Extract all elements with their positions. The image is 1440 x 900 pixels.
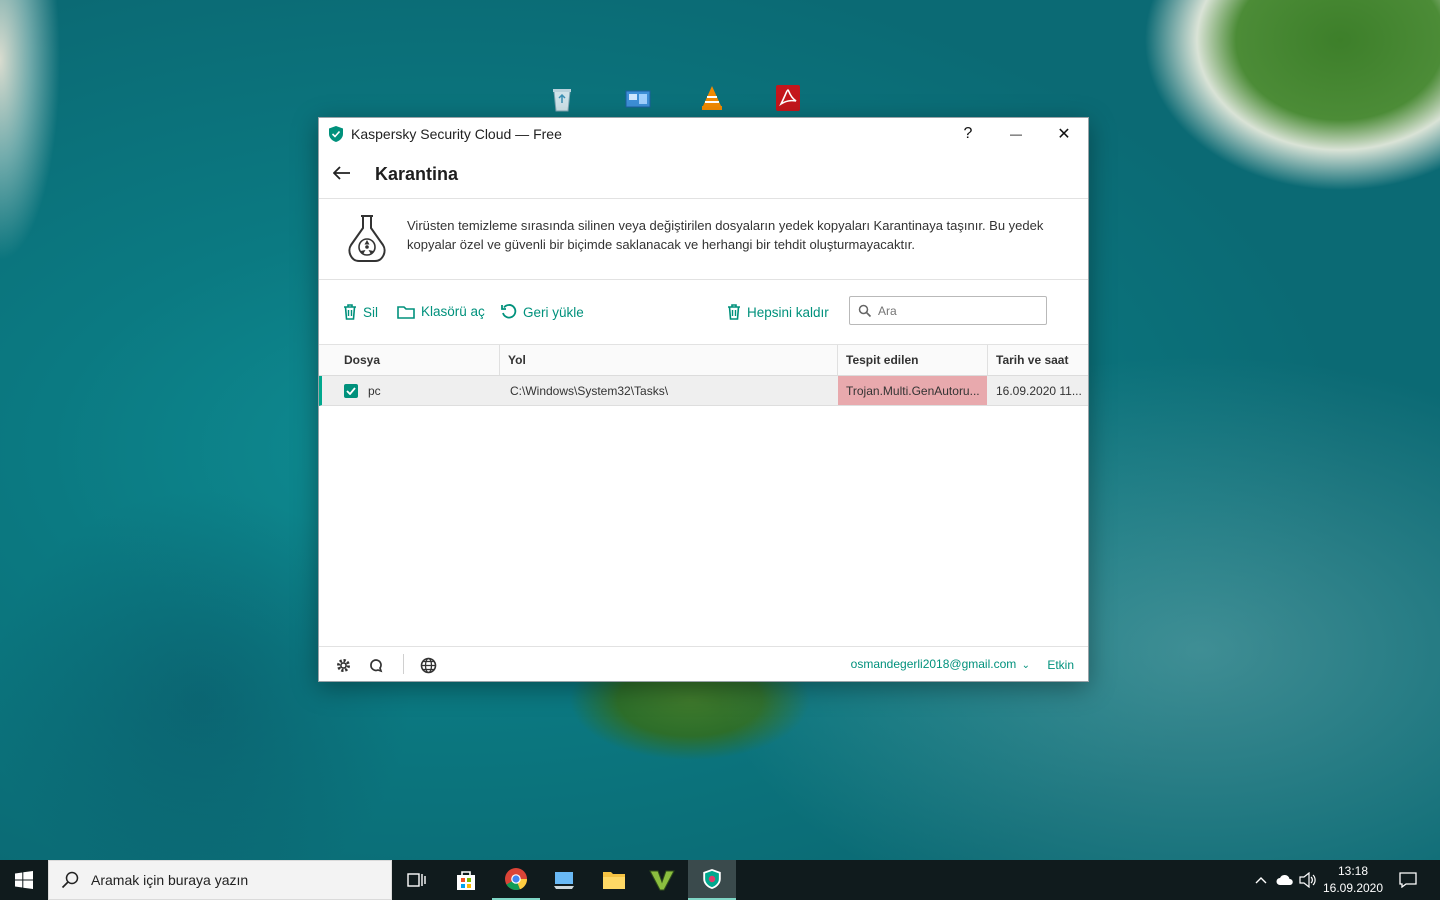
- globe-icon: [420, 657, 436, 673]
- recycle-bin-icon[interactable]: [548, 85, 576, 113]
- license-status[interactable]: Etkin: [1047, 658, 1074, 672]
- kaspersky-shield-icon: [329, 126, 343, 142]
- page-title: Karantina: [375, 163, 459, 184]
- cloud-icon: [1276, 874, 1293, 885]
- remove-all-button[interactable]: Hepsini kaldır: [727, 304, 829, 320]
- datetime-cell: 16.09.2020 11...: [996, 383, 1082, 398]
- window-footer: osmandegerli2018@gmail.com ⌄ Etkin: [319, 646, 1088, 681]
- window-title: Kaspersky Security Cloud — Free: [351, 126, 562, 142]
- close-icon: ✕: [1057, 126, 1071, 143]
- folder-icon: [603, 872, 625, 889]
- show-hidden-icons-button[interactable]: [1250, 860, 1272, 900]
- checkmark-icon: [346, 386, 356, 395]
- open-folder-label: Klasörü aç: [421, 304, 485, 319]
- store-icon: [457, 871, 475, 890]
- detected-cell: Trojan.Multi.GenAutoru...: [838, 376, 987, 405]
- support-button[interactable]: [367, 656, 385, 674]
- taskbar-search[interactable]: Aramak için buraya yazın: [48, 860, 392, 900]
- taskbar-kaspersky[interactable]: [688, 860, 736, 900]
- help-button[interactable]: ?: [945, 118, 991, 150]
- speaker-icon: [1299, 872, 1316, 888]
- column-header-datetime[interactable]: Tarih ve saat: [988, 345, 1087, 375]
- search-icon: [858, 304, 872, 317]
- taskbar-store[interactable]: [442, 860, 490, 900]
- gear-icon: [336, 658, 350, 672]
- chevron-up-icon: [1255, 877, 1267, 884]
- delete-button[interactable]: Sil: [343, 304, 378, 320]
- windows-logo-icon: [15, 871, 33, 889]
- search-input[interactable]: [876, 302, 1040, 319]
- page-header: Karantina: [319, 150, 1088, 199]
- path-cell: C:\Windows\System32\Tasks\: [510, 383, 669, 398]
- trash-icon: [728, 304, 740, 320]
- web-portal-button[interactable]: [419, 656, 437, 674]
- table-row[interactable]: pc C:\Windows\System32\Tasks\ Trojan.Mul…: [319, 376, 1088, 406]
- settings-button[interactable]: [334, 656, 352, 674]
- action-center-button[interactable]: [1394, 860, 1422, 900]
- vlc-icon[interactable]: [698, 84, 726, 112]
- control-panel-icon[interactable]: [624, 86, 652, 114]
- footer-divider: [403, 654, 404, 674]
- restore-label: Geri yükle: [523, 304, 584, 320]
- column-header-file[interactable]: Dosya: [319, 345, 500, 375]
- kaspersky-window: Kaspersky Security Cloud — Free ? — ✕ Ka…: [318, 117, 1089, 682]
- info-panel: Virüsten temizleme sırasında silinen vey…: [319, 199, 1088, 280]
- minimize-icon: —: [1010, 127, 1022, 141]
- remove-all-label: Hepsini kaldır: [747, 304, 829, 320]
- column-header-detected[interactable]: Tespit edilen: [838, 345, 988, 375]
- clock-time: 13:18: [1337, 864, 1369, 878]
- computer-icon: [554, 872, 574, 889]
- taskbar-file-explorer[interactable]: [590, 860, 638, 900]
- folder-icon: [397, 305, 415, 319]
- clock-date: 16.09.2020: [1322, 881, 1384, 895]
- search-icon: [61, 871, 79, 889]
- row-checkbox[interactable]: [344, 383, 358, 398]
- account-menu[interactable]: osmandegerli2018@gmail.com ⌄: [851, 657, 1030, 671]
- task-view-button[interactable]: [392, 860, 440, 900]
- taskbar-app-v[interactable]: [638, 860, 686, 900]
- minimize-button[interactable]: —: [993, 118, 1039, 150]
- table-header: Dosya Yol Tespit edilen Tarih ve saat: [319, 345, 1088, 376]
- support-icon: [370, 659, 383, 673]
- quarantine-flask-icon: [348, 215, 386, 262]
- search-box[interactable]: [849, 296, 1047, 325]
- chrome-icon: [505, 868, 528, 891]
- acrobat-reader-icon[interactable]: [774, 84, 802, 112]
- kaspersky-shield-icon: [703, 869, 721, 889]
- start-button[interactable]: [0, 860, 48, 900]
- vectorian-icon: [649, 870, 675, 891]
- file-name: pc: [368, 383, 381, 398]
- restore-icon: [501, 304, 517, 319]
- chevron-down-icon: ⌄: [1021, 660, 1030, 671]
- taskbar-search-placeholder: Aramak için buraya yazın: [91, 872, 249, 888]
- column-header-path[interactable]: Yol: [500, 345, 838, 375]
- notification-icon: [1399, 872, 1417, 888]
- info-text: Virüsten temizleme sırasında silinen vey…: [407, 218, 1044, 252]
- open-folder-button[interactable]: Klasörü aç: [397, 304, 485, 319]
- title-bar[interactable]: Kaspersky Security Cloud — Free ? — ✕: [319, 118, 1088, 150]
- volume-button[interactable]: [1297, 860, 1319, 900]
- help-label: ?: [963, 125, 973, 142]
- back-arrow-icon: [332, 165, 350, 180]
- restore-button[interactable]: Geri yükle: [501, 304, 584, 320]
- task-view-icon: [407, 873, 426, 887]
- delete-label: Sil: [363, 304, 379, 320]
- file-cell: pc: [322, 376, 500, 405]
- clock[interactable]: 13:18 16.09.2020: [1320, 863, 1386, 897]
- toolbar: Sil Klasörü aç Geri yükle Hepsini kaldır: [319, 280, 1088, 345]
- close-button[interactable]: ✕: [1041, 118, 1087, 150]
- onedrive-button[interactable]: [1274, 860, 1296, 900]
- taskbar: Aramak için buraya yazın 13:18 16.09.202…: [0, 860, 1440, 900]
- taskbar-chrome[interactable]: [492, 860, 540, 900]
- taskbar-this-pc[interactable]: [540, 860, 588, 900]
- back-button[interactable]: [332, 163, 353, 186]
- account-email: osmandegerli2018@gmail.com: [850, 657, 1017, 671]
- trash-icon: [344, 304, 356, 320]
